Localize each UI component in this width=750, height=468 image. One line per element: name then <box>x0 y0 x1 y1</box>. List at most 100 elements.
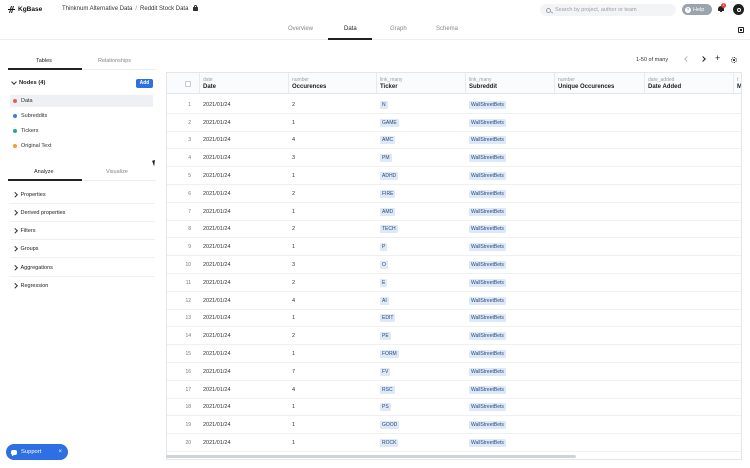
section-aggregations[interactable]: Aggregations <box>10 259 155 277</box>
ticker-cell[interactable]: AI <box>380 292 466 310</box>
occurences-cell[interactable]: 2 <box>292 327 377 345</box>
ticker-chip[interactable]: P <box>380 243 388 252</box>
gear-icon[interactable] <box>731 57 737 63</box>
date-cell[interactable]: 2021/01/24 <box>203 345 289 363</box>
tab-visualize[interactable]: Visualize <box>106 169 128 175</box>
row-number[interactable]: 9 <box>167 238 191 256</box>
date-added-cell[interactable] <box>648 399 734 417</box>
unique-occurences-cell[interactable] <box>558 167 645 185</box>
date-added-cell[interactable] <box>648 167 734 185</box>
column-header-m[interactable]: t M <box>734 73 741 94</box>
table-row[interactable]: 10 2021/01/24 3 O WallStreetBets <box>167 256 741 274</box>
ticker-cell[interactable]: PM <box>380 149 466 167</box>
unique-occurences-cell[interactable] <box>558 434 645 452</box>
date-added-cell[interactable] <box>648 238 734 256</box>
column-header-occurences[interactable]: number Occurences <box>289 73 377 94</box>
date-cell[interactable]: 2021/01/24 <box>203 399 289 417</box>
occurences-cell[interactable]: 1 <box>292 114 377 132</box>
unique-occurences-cell[interactable] <box>558 292 645 310</box>
tab-graph[interactable]: Graph <box>390 26 407 32</box>
date-added-cell[interactable] <box>648 310 734 328</box>
date-cell[interactable]: 2021/01/24 <box>203 132 289 150</box>
occurences-cell[interactable]: 1 <box>292 203 377 221</box>
ticker-chip[interactable]: GOOD <box>380 421 400 430</box>
row-number[interactable]: 4 <box>167 149 191 167</box>
date-cell[interactable]: 2021/01/24 <box>203 310 289 328</box>
row-number[interactable]: 13 <box>167 310 191 328</box>
date-cell[interactable]: 2021/01/24 <box>203 167 289 185</box>
date-cell[interactable]: 2021/01/24 <box>203 238 289 256</box>
date-added-cell[interactable] <box>648 345 734 363</box>
subreddit-chip[interactable]: WallStreetBets <box>469 403 506 412</box>
tab-relationships[interactable]: Relationships <box>98 58 131 64</box>
subreddit-chip[interactable]: WallStreetBets <box>469 332 506 341</box>
subreddit-cell[interactable]: WallStreetBets <box>469 96 555 114</box>
support-button[interactable]: Support × <box>6 444 68 460</box>
date-added-cell[interactable] <box>648 203 734 221</box>
row-number[interactable]: 1 <box>167 96 191 114</box>
unique-occurences-cell[interactable] <box>558 416 645 434</box>
occurences-cell[interactable]: 2 <box>292 96 377 114</box>
row-number[interactable]: 14 <box>167 327 191 345</box>
table-row[interactable]: 20 2021/01/24 1 ROCK WallStreetBets <box>167 434 741 452</box>
table-row[interactable]: 9 2021/01/24 1 P WallStreetBets <box>167 238 741 257</box>
unique-occurences-cell[interactable] <box>558 363 645 381</box>
occurences-cell[interactable]: 3 <box>292 149 377 167</box>
table-row[interactable]: 16 2021/01/24 7 FV WallStreetBets <box>167 363 741 381</box>
date-added-cell[interactable] <box>648 256 734 274</box>
table-row[interactable]: 18 2021/01/24 1 PS WallStreetBets <box>167 399 741 417</box>
subreddit-cell[interactable]: WallStreetBets <box>469 274 555 292</box>
table-row[interactable]: 7 2021/01/24 1 AMD WallStreetBets <box>167 203 741 221</box>
ticker-chip[interactable]: AMC <box>380 136 396 145</box>
section-groups[interactable]: Groups <box>10 240 155 258</box>
subreddit-cell[interactable]: WallStreetBets <box>469 132 555 150</box>
section-properties[interactable]: Properties <box>10 186 155 204</box>
subreddit-cell[interactable]: WallStreetBets <box>469 292 555 310</box>
ticker-chip[interactable]: FORM <box>380 350 399 359</box>
row-number[interactable]: 12 <box>167 292 191 310</box>
ticker-cell[interactable]: RSC <box>380 381 466 399</box>
breadcrumb-dataset[interactable]: Reddit Stock Data <box>140 6 188 12</box>
ticker-chip[interactable]: FIRE <box>380 189 396 198</box>
unique-occurences-cell[interactable] <box>558 327 645 345</box>
select-all-checkbox[interactable] <box>185 81 191 87</box>
table-row[interactable]: 11 2021/01/24 2 E WallStreetBets <box>167 274 741 292</box>
column-header-subreddit[interactable]: link_many Subreddit <box>466 73 555 94</box>
subreddit-chip[interactable]: WallStreetBets <box>469 225 506 234</box>
ticker-chip[interactable]: EDIT <box>380 314 396 323</box>
date-cell[interactable]: 2021/01/24 <box>203 434 289 452</box>
occurences-cell[interactable]: 2 <box>292 274 377 292</box>
date-added-cell[interactable] <box>648 149 734 167</box>
help-button[interactable]: ? Help <box>682 4 712 15</box>
row-number[interactable]: 10 <box>167 256 191 274</box>
date-added-cell[interactable] <box>648 114 734 132</box>
ticker-cell[interactable]: E <box>380 274 466 292</box>
unique-occurences-cell[interactable] <box>558 274 645 292</box>
subreddit-cell[interactable]: WallStreetBets <box>469 345 555 363</box>
table-row[interactable]: 6 2021/01/24 2 FIRE WallStreetBets <box>167 185 741 203</box>
row-number[interactable]: 17 <box>167 381 191 399</box>
date-cell[interactable]: 2021/01/24 <box>203 416 289 434</box>
ticker-chip[interactable]: PE <box>380 332 391 341</box>
tab-overview[interactable]: Overview <box>288 26 313 32</box>
unique-occurences-cell[interactable] <box>558 399 645 417</box>
unique-occurences-cell[interactable] <box>558 221 645 239</box>
date-added-cell[interactable] <box>648 292 734 310</box>
date-cell[interactable]: 2021/01/24 <box>203 149 289 167</box>
close-icon[interactable]: × <box>58 449 62 455</box>
ticker-cell[interactable]: FIRE <box>380 185 466 203</box>
row-number[interactable]: 3 <box>167 132 191 150</box>
subreddit-cell[interactable]: WallStreetBets <box>469 310 555 328</box>
expand-icon[interactable] <box>738 27 744 33</box>
date-cell[interactable]: 2021/01/24 <box>203 221 289 239</box>
ticker-chip[interactable]: RSC <box>380 385 395 394</box>
chevron-right-icon[interactable] <box>700 56 706 62</box>
ticker-chip[interactable]: E <box>380 278 388 287</box>
tab-tables[interactable]: Tables <box>36 58 52 64</box>
column-header-date[interactable]: date Date <box>200 73 289 94</box>
subreddit-cell[interactable]: WallStreetBets <box>469 203 555 221</box>
ticker-cell[interactable]: FORM <box>380 345 466 363</box>
row-number[interactable]: 5 <box>167 167 191 185</box>
section-filters[interactable]: Filters <box>10 222 155 240</box>
breadcrumb-project[interactable]: Thinknum Alternative Data <box>62 6 132 12</box>
